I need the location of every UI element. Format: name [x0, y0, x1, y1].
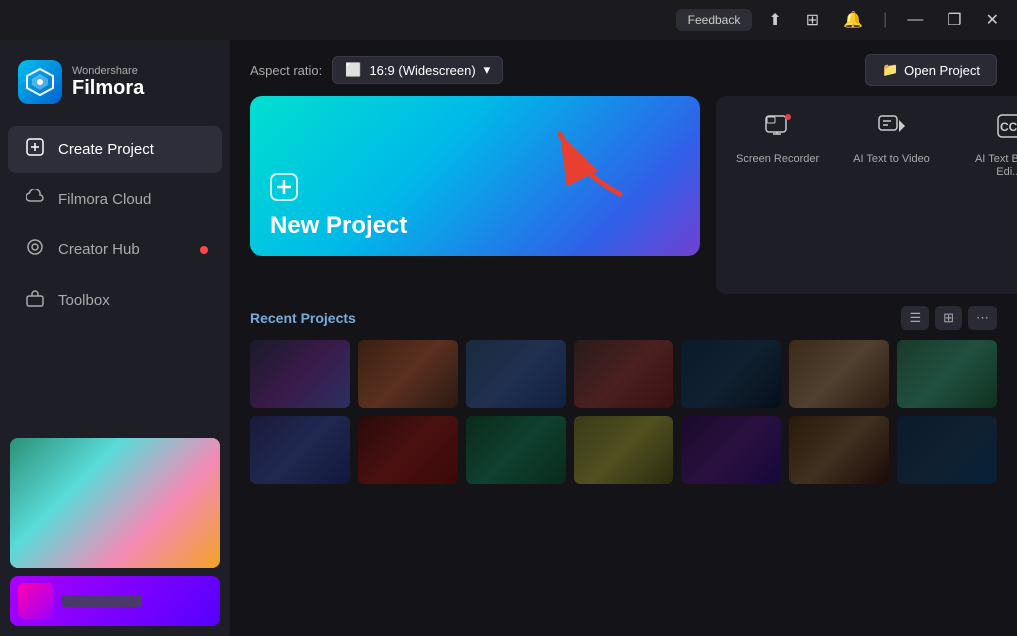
ai-text-edit-icon: CC: [995, 112, 1017, 147]
list-item[interactable]: [466, 416, 566, 484]
list-item[interactable]: [789, 416, 889, 484]
sidebar-item-toolbox-label: Toolbox: [58, 292, 110, 309]
open-project-label: Open Project: [904, 63, 980, 78]
list-item[interactable]: [789, 340, 889, 408]
recent-section: Recent Projects ☰ ⊞ ⋯: [230, 306, 1017, 636]
ai-text-video-label: AI Text to Video: [853, 153, 930, 166]
separator: |: [879, 11, 891, 29]
toolbar: Aspect ratio: ⬜ 16:9 (Widescreen) ▾ 📁 Op…: [230, 40, 1017, 96]
thumb-img-5: [681, 340, 781, 408]
sidebar-item-creator-hub[interactable]: Creator Hub: [8, 226, 222, 273]
thumb-img-11: [574, 416, 674, 484]
cloud-icon: [26, 189, 44, 210]
screen-recorder-label: Screen Recorder: [736, 153, 819, 166]
sidebar-thumb-2[interactable]: [10, 576, 220, 626]
list-item[interactable]: [681, 340, 781, 408]
list-item[interactable]: [897, 340, 997, 408]
recent-grid: [250, 340, 997, 484]
aspect-ratio-value: 16:9 (Widescreen): [369, 63, 475, 78]
logo-area: Wondershare Filmora: [0, 48, 230, 124]
open-project-button[interactable]: 📁 Open Project: [865, 54, 997, 86]
thumb-img-8: [250, 416, 350, 484]
new-project-card[interactable]: New Project: [250, 96, 700, 256]
maximize-button[interactable]: ❐: [939, 6, 969, 34]
list-item[interactable]: [358, 340, 458, 408]
sidebar-item-filmora-cloud[interactable]: Filmora Cloud: [8, 177, 222, 222]
feedback-button[interactable]: Feedback: [676, 9, 753, 31]
app-body: Wondershare Filmora Create Project Fil: [0, 40, 1017, 636]
sidebar-item-create-project[interactable]: Create Project: [8, 126, 222, 173]
aspect-ratio-label: Aspect ratio:: [250, 63, 322, 78]
thumb-img-12: [681, 416, 781, 484]
thumb-img-9: [358, 416, 458, 484]
list-item[interactable]: [250, 416, 350, 484]
thumb-img-13: [789, 416, 889, 484]
cards-area: New Project Screen Recorder: [230, 96, 1017, 306]
svg-text:CC: CC: [1000, 120, 1017, 134]
chevron-down-icon: ▾: [484, 62, 491, 78]
new-project-plus-icon: [270, 173, 680, 208]
creator-hub-notification-dot: [200, 246, 208, 254]
logo-text: Wondershare Filmora: [72, 65, 144, 99]
thumb-img-4: [574, 340, 674, 408]
list-item[interactable]: [574, 416, 674, 484]
logo-product: Filmora: [72, 77, 144, 99]
recent-actions: ☰ ⊞ ⋯: [901, 306, 997, 330]
new-project-label: New Project: [270, 212, 680, 240]
list-item[interactable]: [250, 340, 350, 408]
create-project-icon: [26, 138, 44, 161]
aspect-ratio-area: Aspect ratio: ⬜ 16:9 (Widescreen) ▾: [250, 56, 503, 84]
thumb-img-7: [897, 340, 997, 408]
ai-text-video-icon: [877, 112, 905, 147]
list-item[interactable]: [681, 416, 781, 484]
thumb-img-2: [358, 340, 458, 408]
list-item[interactable]: [466, 340, 566, 408]
list-item[interactable]: [897, 416, 997, 484]
thumb-img-14: [897, 416, 997, 484]
bell-icon-button[interactable]: 🔔: [835, 6, 871, 34]
recent-header: Recent Projects ☰ ⊞ ⋯: [250, 306, 997, 330]
screen-recorder-icon: [764, 112, 792, 147]
recent-list-view-button[interactable]: ☰: [901, 306, 929, 330]
thumb-img-1: [250, 340, 350, 408]
grid-icon-button[interactable]: ⊞: [798, 6, 827, 34]
close-button[interactable]: ✕: [978, 6, 1007, 34]
thumb-img-10: [466, 416, 566, 484]
title-bar: Feedback ⬆ ⊞ 🔔 | — ❐ ✕: [0, 0, 1017, 40]
recent-more-button[interactable]: ⋯: [968, 306, 997, 330]
sidebar-thumbnails: [0, 428, 230, 636]
tool-screen-recorder[interactable]: Screen Recorder: [720, 100, 835, 290]
ai-text-edit-label: AI Text Based Edi...: [964, 153, 1017, 179]
minimize-button[interactable]: —: [899, 7, 931, 33]
thumb-img-3: [466, 340, 566, 408]
sidebar-item-create-project-label: Create Project: [58, 141, 154, 158]
creator-hub-icon: [26, 238, 44, 261]
main-content: Aspect ratio: ⬜ 16:9 (Widescreen) ▾ 📁 Op…: [230, 40, 1017, 636]
sidebar-item-filmora-cloud-label: Filmora Cloud: [58, 191, 151, 208]
aspect-ratio-select[interactable]: ⬜ 16:9 (Widescreen) ▾: [332, 56, 503, 84]
sidebar-thumb-mini: [18, 583, 54, 619]
recent-title: Recent Projects: [250, 310, 356, 326]
sidebar: Wondershare Filmora Create Project Fil: [0, 40, 230, 636]
tool-ai-text-video[interactable]: AI Text to Video: [837, 100, 946, 290]
tool-ai-text-edit[interactable]: CC AI Text Based Edi...: [948, 100, 1017, 290]
logo-brand: Wondershare: [72, 65, 144, 77]
list-item[interactable]: [358, 416, 458, 484]
sidebar-item-creator-hub-label: Creator Hub: [58, 241, 140, 258]
sidebar-thumb-1[interactable]: [10, 438, 220, 568]
aspect-ratio-icon: ⬜: [345, 62, 361, 78]
upload-icon-button[interactable]: ⬆: [760, 6, 789, 34]
folder-icon: 📁: [882, 62, 898, 78]
recent-grid-view-button[interactable]: ⊞: [935, 306, 962, 330]
logo-icon: [18, 60, 62, 104]
toolbox-icon: [26, 289, 44, 312]
quick-tools: Screen Recorder AI Text to Video: [716, 96, 1017, 294]
sidebar-item-toolbox[interactable]: Toolbox: [8, 277, 222, 324]
thumb-img-6: [789, 340, 889, 408]
list-item[interactable]: [574, 340, 674, 408]
